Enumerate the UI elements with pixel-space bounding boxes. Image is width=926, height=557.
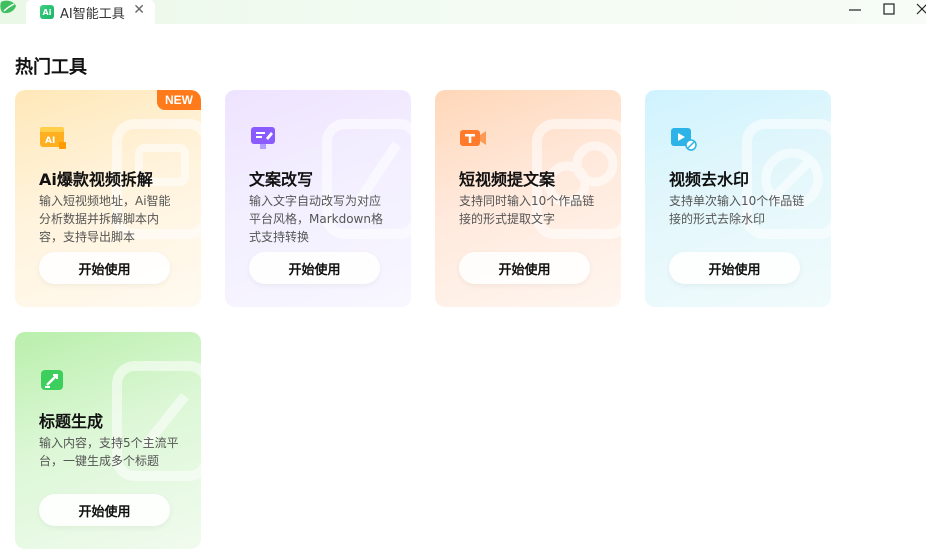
card-description: 支持同时输入10个作品链接的形式提取文字 (459, 194, 595, 226)
tool-card-remove-watermark[interactable]: 视频去水印 支持单次输入10个作品链接的形式去除水印 开始使用 (645, 90, 831, 307)
tab-ai-tools[interactable]: Ai AI智能工具 ✕ (26, 0, 155, 24)
maximize-icon (883, 3, 895, 15)
close-icon (916, 3, 926, 15)
tool-card-title-generate[interactable]: 标题生成 输入内容，支持5个主流平台，一键生成多个标题 开始使用 (15, 332, 201, 549)
minimize-button[interactable] (843, 0, 867, 18)
card-title: 文案改写 (249, 170, 314, 189)
ai-tab-icon: Ai (40, 5, 54, 19)
remove-watermark-icon (671, 128, 697, 151)
start-button-extract-text[interactable]: 开始使用 (459, 252, 590, 284)
close-tab-icon[interactable]: ✕ (133, 2, 145, 18)
card-description: 支持单次输入10个作品链接的形式去除水印 (669, 194, 805, 226)
card-description: 输入内容，支持5个主流平台，一键生成多个标题 (39, 436, 179, 468)
card-title: 视频去水印 (669, 170, 750, 189)
start-button-remove-watermark[interactable]: 开始使用 (669, 252, 800, 284)
start-button-copy-rewrite[interactable]: 开始使用 (249, 252, 380, 284)
maximize-button[interactable] (877, 0, 901, 18)
tab-label: AI智能工具 (60, 6, 125, 22)
start-button-title-generate[interactable]: 开始使用 (39, 494, 170, 526)
minimize-icon (849, 9, 861, 11)
tool-card-video-breakdown[interactable]: NEW AI Ai爆款视频拆解 输入短视频地址，Ai智能分析数据并拆解脚本内容，… (15, 90, 201, 307)
card-description: 输入文字自动改写为对应平台风格，Markdown格式支持转换 (249, 194, 383, 244)
extract-text-icon (460, 130, 486, 146)
card-description: 输入短视频地址，Ai智能分析数据并拆解脚本内容，支持导出脚本 (39, 194, 171, 244)
start-button-video-breakdown[interactable]: 开始使用 (39, 252, 170, 284)
new-badge: NEW (157, 90, 201, 110)
card-title: 标题生成 (39, 412, 104, 431)
card-title: 短视频提文案 (459, 170, 556, 189)
card-title: Ai爆款视频拆解 (39, 170, 153, 189)
tool-card-extract-text[interactable]: 短视频提文案 支持同时输入10个作品链接的形式提取文字 开始使用 (435, 90, 621, 307)
title-generate-icon (41, 370, 63, 390)
tool-card-copy-rewrite[interactable]: 文案改写 输入文字自动改写为对应平台风格，Markdown格式支持转换 开始使用 (225, 90, 411, 307)
title-bar: Ai AI智能工具 ✕ (0, 0, 926, 24)
section-title: 热门工具 (15, 57, 87, 78)
close-window-button[interactable] (910, 0, 926, 18)
app-logo-icon (0, 0, 17, 14)
ai-video-icon: AI (40, 127, 66, 149)
rewrite-icon (251, 127, 275, 149)
svg-text:AI: AI (45, 136, 55, 146)
